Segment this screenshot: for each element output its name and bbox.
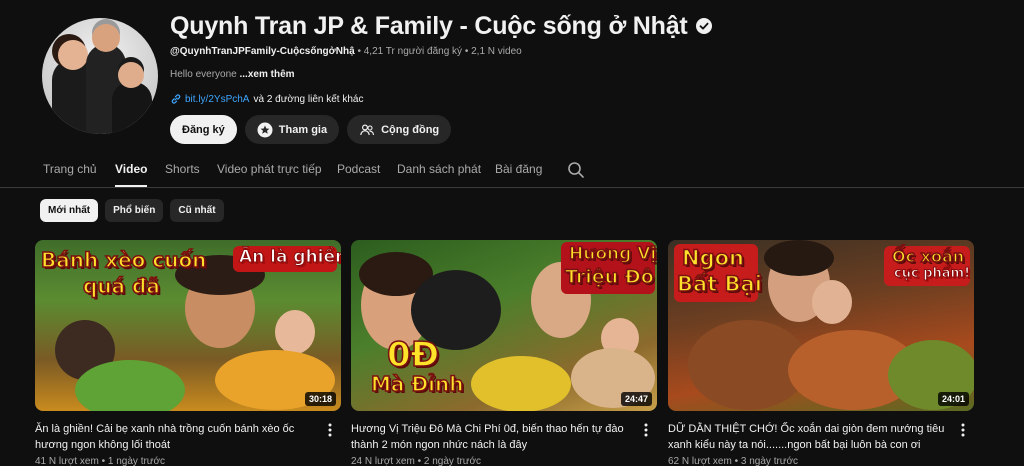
- video-meta: 24 N lượt xem • 2 ngày trước: [351, 456, 482, 466]
- view-count: 24 N: [351, 456, 373, 466]
- thumbnail-caption: Mà Đỉnh: [370, 372, 464, 396]
- tab-live[interactable]: Video phát trực tiếp: [217, 162, 322, 176]
- video-thumbnail[interactable]: Hương Vị Triệu Đô 0Đ Mà Đỉnh 24:47: [351, 240, 657, 411]
- people-icon: [360, 123, 375, 135]
- tab-videos[interactable]: Video: [115, 162, 147, 176]
- channel-header: Quynh Tran JP & Family - Cuộc sống ở Nhậ…: [42, 12, 1002, 147]
- tab-home[interactable]: Trang chủ: [43, 162, 97, 176]
- description-text: Hello everyone: [170, 69, 237, 80]
- video-duration: 30:18: [304, 392, 336, 406]
- video-duration: 24:01: [937, 392, 969, 406]
- video-title[interactable]: Ăn là ghiền! Cải bẹ xanh nhà trồng cuốn …: [35, 421, 319, 453]
- tab-podcast[interactable]: Podcast: [337, 162, 380, 176]
- video-duration: 24:47: [620, 392, 652, 406]
- thumbnail-caption: Bất Bại: [676, 272, 762, 296]
- active-tab-indicator: [115, 185, 147, 187]
- video-card[interactable]: Ngon Bất Bại Ốc xoắn cực phẩm! 24:01 DỮ …: [668, 240, 974, 466]
- subscriber-count: 4,21 Tr người đăng ký: [363, 46, 463, 57]
- channel-links: bit.ly/2YsPchA và 2 đường liên kết khác: [170, 93, 712, 105]
- thumbnail-caption: Hương Vị: [568, 244, 657, 264]
- search-icon[interactable]: [567, 161, 585, 179]
- more-options-icon[interactable]: [961, 423, 965, 437]
- more-links[interactable]: và 2 đường liên kết khác: [253, 94, 363, 105]
- channel-avatar[interactable]: [42, 18, 158, 134]
- thumbnail-caption: Ăn là ghiền!: [239, 247, 341, 267]
- sort-chips: Mới nhất Phổ biến Cũ nhất: [40, 199, 224, 222]
- view-count: 62 N: [668, 456, 690, 466]
- join-label: Tham gia: [278, 123, 328, 136]
- channel-actions: Đăng ký Tham gia Cộng đồng: [170, 115, 712, 144]
- upload-age: 1 ngày trước: [107, 456, 166, 466]
- link-icon: [171, 94, 181, 104]
- video-thumbnail[interactable]: Ăn là ghiền! Bánh xèo cuốn quá đã 30:18: [35, 240, 341, 411]
- video-title[interactable]: DỮ DẰN THIỆT CHỚ! Ốc xoắn dai giòn đem n…: [668, 421, 952, 453]
- tab-playlists[interactable]: Danh sách phát: [397, 162, 481, 176]
- chip-newest[interactable]: Mới nhất: [40, 199, 99, 222]
- thumbnail-caption: Triệu Đô: [564, 266, 654, 288]
- upload-age: 2 ngày trước: [423, 456, 482, 466]
- video-card[interactable]: Hương Vị Triệu Đô 0Đ Mà Đỉnh 24:47 Hương…: [351, 240, 657, 466]
- video-thumbnail[interactable]: Ngon Bất Bại Ốc xoắn cực phẩm! 24:01: [668, 240, 974, 411]
- thumbnail-caption: 0Đ: [386, 335, 440, 375]
- star-badge-icon: [257, 122, 273, 137]
- channel-info: Quynh Tran JP & Family - Cuộc sống ở Nhậ…: [170, 12, 712, 144]
- channel-description[interactable]: Hello everyone ...xem thêm: [170, 69, 712, 80]
- community-label: Cộng đồng: [381, 123, 440, 136]
- subscribe-button[interactable]: Đăng ký: [170, 115, 237, 144]
- video-meta: 62 N lượt xem • 3 ngày trước: [668, 456, 799, 466]
- video-meta: 41 N lượt xem • 1 ngày trước: [35, 456, 166, 466]
- thumbnail-caption: Ốc xoắn: [891, 247, 965, 266]
- view-count: 41 N: [35, 456, 57, 466]
- video-count: 2,1 N video: [471, 46, 522, 57]
- more-link[interactable]: ...xem thêm: [240, 69, 295, 80]
- more-options-icon[interactable]: [328, 423, 332, 437]
- community-button[interactable]: Cộng đồng: [347, 115, 452, 144]
- tab-shorts[interactable]: Shorts: [165, 162, 200, 176]
- video-card[interactable]: Ăn là ghiền! Bánh xèo cuốn quá đã 30:18 …: [35, 240, 341, 466]
- thumbnail-caption: Bánh xèo cuốn: [40, 248, 207, 272]
- join-button[interactable]: Tham gia: [244, 115, 340, 144]
- tab-posts[interactable]: Bài đăng: [495, 162, 542, 176]
- channel-link[interactable]: bit.ly/2YsPchA: [185, 94, 249, 105]
- video-title[interactable]: Hương Vị Triệu Đô Mà Chi Phí 0đ, biến th…: [351, 421, 635, 453]
- thumbnail-caption: cực phẩm!: [893, 266, 971, 281]
- upload-age: 3 ngày trước: [740, 456, 799, 466]
- thumbnail-caption: quá đã: [82, 274, 160, 298]
- channel-meta: @QuynhTranJPFamily-CuộcsốngởNhậ • 4,21 T…: [170, 46, 522, 57]
- chip-oldest[interactable]: Cũ nhất: [170, 199, 224, 222]
- channel-handle: @QuynhTranJPFamily-CuộcsốngởNhậ: [170, 46, 355, 57]
- verified-icon: [695, 18, 712, 34]
- channel-title: Quynh Tran JP & Family - Cuộc sống ở Nhậ…: [170, 11, 688, 40]
- more-options-icon[interactable]: [644, 423, 648, 437]
- chip-popular[interactable]: Phổ biến: [105, 199, 164, 222]
- thumbnail-caption: Ngon: [681, 246, 745, 270]
- channel-tabs: Trang chủ Video Shorts Video phát trực t…: [0, 152, 1024, 188]
